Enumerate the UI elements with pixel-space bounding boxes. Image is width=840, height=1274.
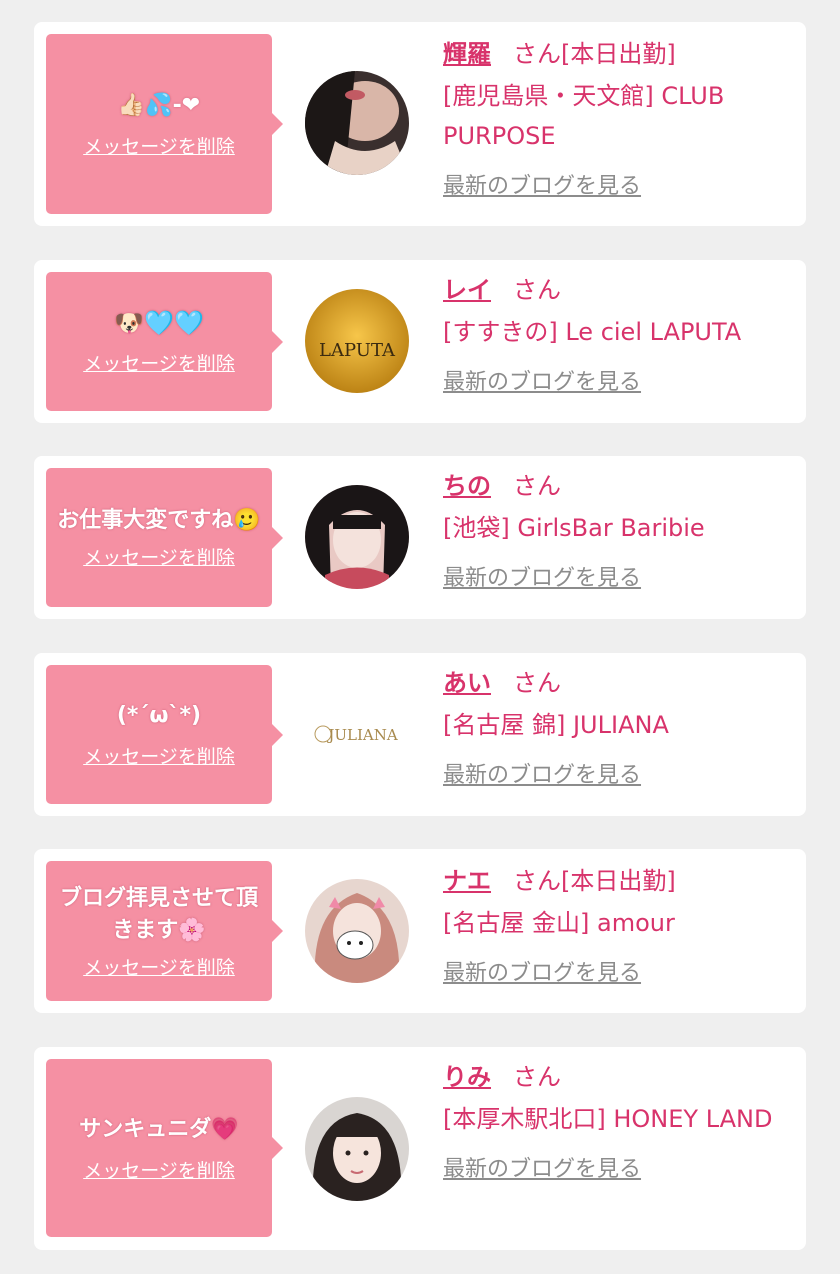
- cast-info: あい さん [名古屋 錦] JULIANA 最新のブログを見る: [443, 665, 792, 789]
- status-badge: [本日出勤]: [561, 40, 676, 68]
- avatar[interactable]: LAPUTA: [305, 289, 409, 393]
- cast-name-link[interactable]: あい: [443, 669, 491, 697]
- message-card: お仕事大変ですね🥲 メッセージを削除 ちの さん [池袋] GirlsBar Ba…: [34, 456, 806, 619]
- message-card: (*´ω`*) メッセージを削除 JULIANA あい さん [名古屋 錦] JU…: [34, 653, 806, 816]
- message-bubble: お仕事大変ですね🥲 メッセージを削除: [46, 468, 283, 607]
- message-bubble: ブログ拝見させて頂きます🌸 メッセージを削除: [46, 861, 283, 1001]
- honorific: さん: [513, 867, 561, 895]
- latest-blog-link[interactable]: 最新のブログを見る: [443, 560, 641, 592]
- cast-name-link[interactable]: ちの: [443, 472, 491, 500]
- delete-message-link[interactable]: メッセージを削除: [83, 953, 235, 980]
- message-bubble: 🐶🩵🩵 メッセージを削除: [46, 272, 283, 411]
- message-list: 👍🏻💦-❤ メッセージを削除 輝羅 さん[本日出勤] [鹿児島県・天文館] CLU…: [0, 0, 840, 1274]
- message-text: お仕事大変ですね🥲: [57, 508, 261, 533]
- cast-name-link[interactable]: りみ: [443, 1063, 491, 1091]
- status-badge: [本日出勤]: [561, 867, 676, 895]
- cast-info: ちの さん [池袋] GirlsBar Baribie 最新のブログを見る: [443, 468, 792, 592]
- message-bubble: 👍🏻💦-❤ メッセージを削除: [46, 34, 283, 214]
- delete-message-link[interactable]: メッセージを削除: [83, 349, 235, 376]
- message-text: サンキュニダ💗: [79, 1116, 239, 1142]
- latest-blog-link[interactable]: 最新のブログを見る: [443, 757, 641, 789]
- message-text: 🐶🩵🩵: [114, 309, 204, 337]
- delete-message-link[interactable]: メッセージを削除: [83, 742, 235, 769]
- message-text: (*´ω`*): [116, 703, 202, 728]
- cast-info: りみ さん [本厚木駅北口] HONEY LAND 最新のブログを見る: [443, 1059, 792, 1183]
- latest-blog-link[interactable]: 最新のブログを見る: [443, 955, 641, 987]
- message-card: ブログ拝見させて頂きます🌸 メッセージを削除 ナエ さん[本日出勤] [名古屋 金…: [34, 849, 806, 1013]
- honorific: さん: [513, 472, 561, 500]
- latest-blog-link[interactable]: 最新のブログを見る: [443, 364, 641, 396]
- latest-blog-link[interactable]: 最新のブログを見る: [443, 1151, 641, 1183]
- delete-message-link[interactable]: メッセージを削除: [83, 132, 235, 159]
- delete-message-link[interactable]: メッセージを削除: [83, 543, 235, 570]
- cast-name-link[interactable]: レイ: [443, 276, 491, 304]
- cast-info: ナエ さん[本日出勤] [名古屋 金山] amour 最新のブログを見る: [443, 863, 792, 987]
- message-bubble: サンキュニダ💗 メッセージを削除: [46, 1059, 283, 1237]
- cast-info: レイ さん [すすきの] Le ciel LAPUTA 最新のブログを見る: [443, 272, 792, 396]
- honorific: さん: [513, 276, 561, 304]
- shop-name: [名古屋 錦] JULIANA: [443, 711, 669, 739]
- delete-message-link[interactable]: メッセージを削除: [83, 1156, 235, 1183]
- shop-name: [鹿児島県・天文館] CLUB PURPOSE: [443, 82, 725, 150]
- latest-blog-link[interactable]: 最新のブログを見る: [443, 168, 641, 200]
- shop-name: [本厚木駅北口] HONEY LAND: [443, 1105, 773, 1133]
- avatar-logo-text: LAPUTA: [319, 340, 396, 361]
- message-card: 🐶🩵🩵 メッセージを削除 LAPUTA レイ さん [すすきの] Le ciel …: [34, 260, 806, 423]
- avatar[interactable]: [305, 1097, 409, 1201]
- shop-name: [すすきの] Le ciel LAPUTA: [443, 318, 742, 346]
- avatar[interactable]: [305, 485, 409, 589]
- message-bubble: (*´ω`*) メッセージを削除: [46, 665, 283, 804]
- cast-name-link[interactable]: ナエ: [443, 867, 491, 895]
- honorific: さん: [513, 40, 561, 68]
- message-text: ブログ拝見させて頂きます🌸: [59, 885, 258, 943]
- message-card: サンキュニダ💗 メッセージを削除 りみ さん [本厚木駅北口] HONEY LAN…: [34, 1047, 806, 1250]
- message-card: 👍🏻💦-❤ メッセージを削除 輝羅 さん[本日出勤] [鹿児島県・天文館] CLU…: [34, 22, 806, 226]
- cast-info: 輝羅 さん[本日出勤] [鹿児島県・天文館] CLUB PURPOSE 最新のブロ…: [443, 36, 792, 200]
- avatar-logo-text: JULIANA: [326, 726, 397, 744]
- avatar[interactable]: [305, 71, 409, 175]
- cast-name-link[interactable]: 輝羅: [443, 40, 491, 68]
- shop-name: [池袋] GirlsBar Baribie: [443, 514, 705, 542]
- shop-name: [名古屋 金山] amour: [443, 909, 675, 937]
- honorific: さん: [513, 1063, 561, 1091]
- avatar[interactable]: JULIANA: [305, 682, 409, 786]
- honorific: さん: [513, 669, 561, 697]
- message-text: 👍🏻💦-❤: [117, 92, 201, 118]
- avatar[interactable]: [305, 879, 409, 983]
